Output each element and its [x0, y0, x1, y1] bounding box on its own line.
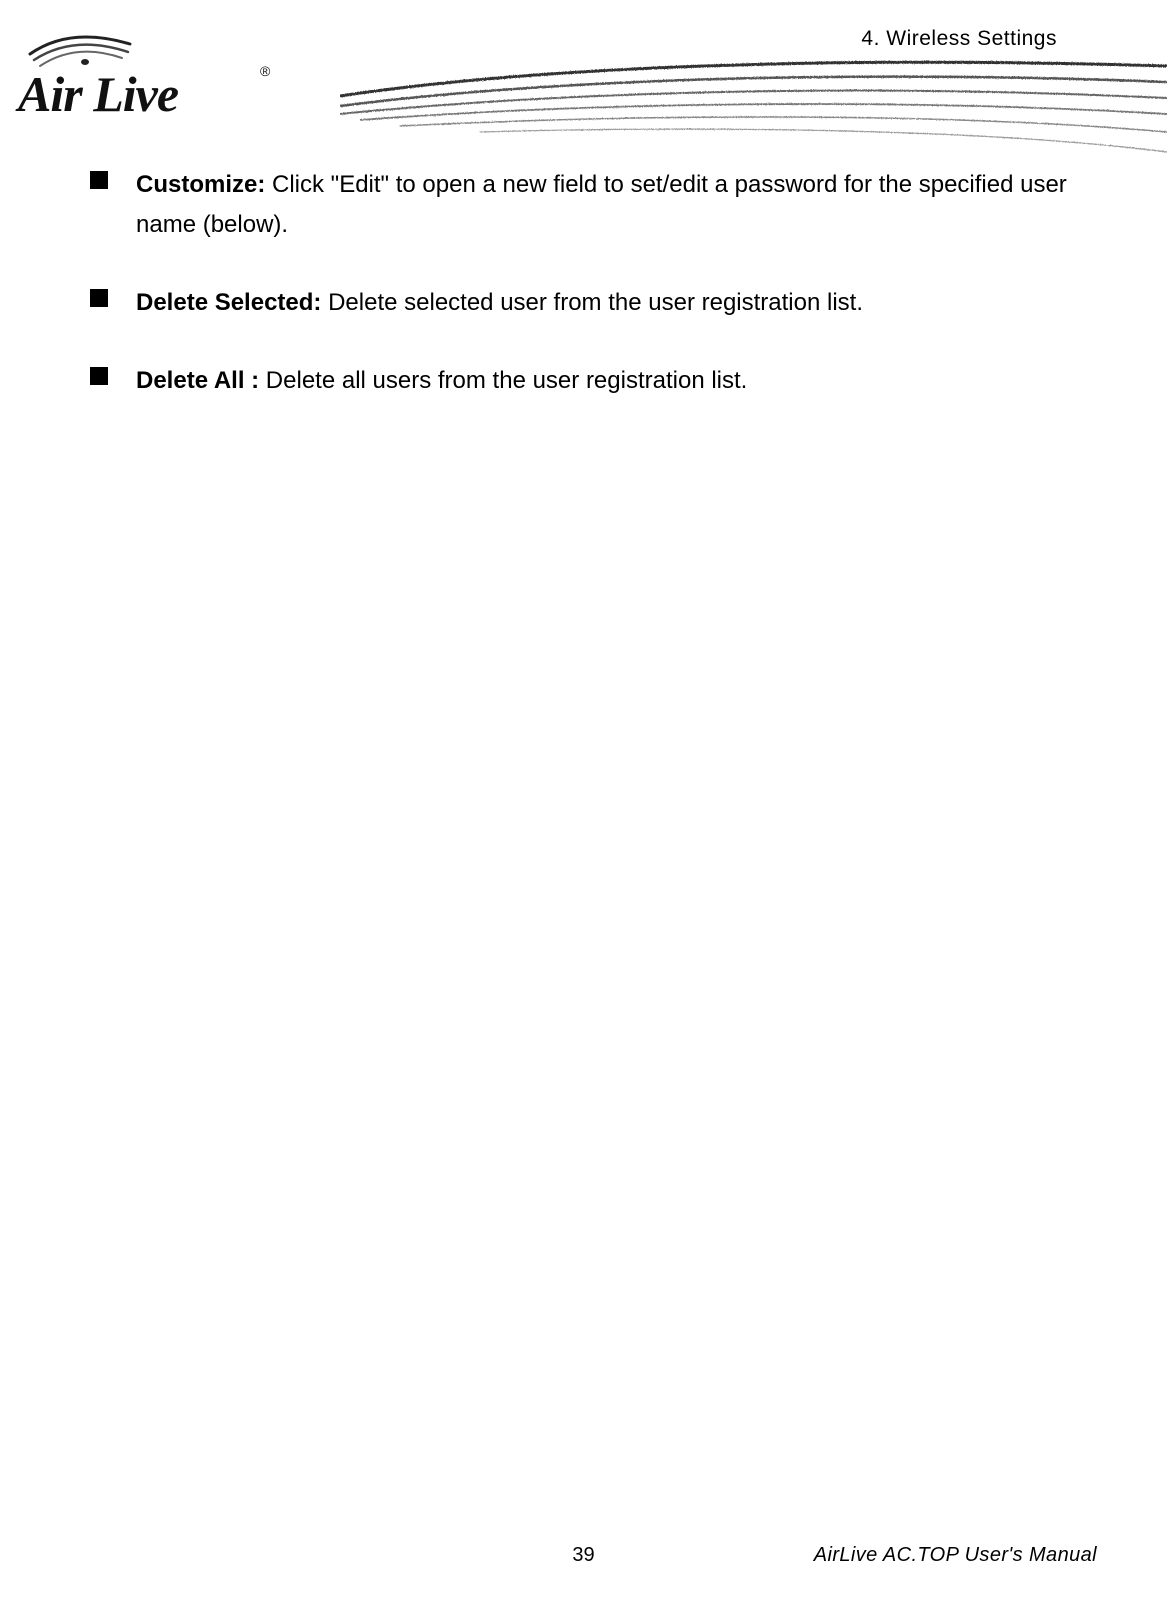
list-item-text: Delete All : Delete all users from the u…: [136, 361, 747, 401]
airlive-logo: Air Live ®: [10, 26, 280, 126]
list-item-desc: Delete selected user from the user regis…: [321, 289, 863, 316]
square-bullet-icon: [90, 367, 108, 385]
square-bullet-icon: [90, 289, 108, 307]
list-item: Delete Selected: Delete selected user fr…: [60, 283, 1107, 323]
list-item-desc: Delete all users from the user registrat…: [259, 367, 747, 394]
page-footer: 39 AirLive AC.TOP User's Manual: [0, 1544, 1167, 1574]
list-item-desc: Click "Edit" to open a new field to set/…: [136, 171, 1067, 238]
manual-title: AirLive AC.TOP User's Manual: [814, 1544, 1097, 1567]
page-number: 39: [572, 1544, 594, 1567]
list-item-label: Delete Selected:: [136, 289, 321, 316]
section-title: 4. Wireless Settings: [861, 27, 1057, 51]
list-item: Delete All : Delete all users from the u…: [60, 361, 1107, 401]
square-bullet-icon: [90, 171, 108, 189]
list-item: Customize: Click "Edit" to open a new fi…: [60, 165, 1107, 245]
list-item-text: Delete Selected: Delete selected user fr…: [136, 283, 863, 323]
content-body: Customize: Click "Edit" to open a new fi…: [60, 165, 1107, 439]
svg-text:®: ®: [260, 63, 271, 79]
list-item-label: Customize:: [136, 171, 265, 198]
list-item-text: Customize: Click "Edit" to open a new fi…: [136, 165, 1107, 245]
page-header: 4. Wireless Settings Air Live ®: [0, 0, 1167, 160]
svg-text:Air Live: Air Live: [15, 66, 179, 122]
list-item-label: Delete All :: [136, 367, 259, 394]
header-divider-swoosh: [340, 56, 1167, 166]
